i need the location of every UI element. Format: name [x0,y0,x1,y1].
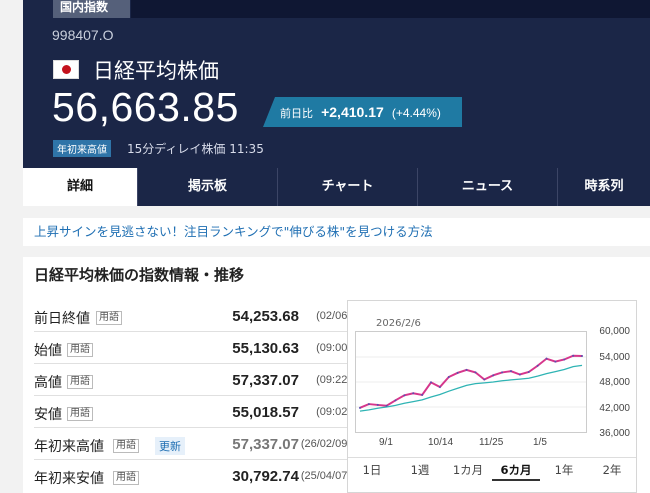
range-1w[interactable]: 1週 [396,458,444,481]
table-row: 安値 用語 55,018.57 (09:02) [34,397,351,428]
y-tick-label: 48,000 [599,377,630,388]
y-tick-label: 36,000 [599,428,630,439]
glossary-link[interactable]: 用語 [113,439,139,453]
promo-link[interactable]: 上昇サインを見逃さない！注目ランキングで"伸びる株"を見つける方法 [23,218,650,246]
row-value: 54,253.68 [232,308,299,325]
price-point [438,386,441,388]
row-label: 安値 [34,407,62,423]
tab-detail[interactable]: 詳細 [23,168,138,206]
change-box: 前日比 +2,410.17 (+4.44%) [263,97,462,127]
mini-chart[interactable]: 2026/2/6 60,000 54,000 48,000 42,000 36,… [347,300,637,493]
price-point [509,370,512,373]
table-row: 高値 用語 57,337.07 (09:22) [34,365,351,396]
ytd-high-badge: 年初来高値 [53,140,111,157]
price-point [456,371,459,374]
range-selector: 1日 1週 1カ月 6カ月 1年 2年 [348,457,636,481]
price-point [518,373,521,376]
price-point [501,371,504,374]
range-6m[interactable]: 6カ月 [492,458,540,481]
price-point [430,381,433,384]
row-time: (09:00) [316,342,351,354]
row-time: (09:22) [316,374,351,386]
row-value: 55,018.57 [232,404,299,421]
x-tick-label: 11/25 [479,437,504,448]
change-value: +2,410.17 [321,104,384,120]
y-tick-label: 42,000 [599,403,630,414]
price-point [536,364,539,367]
glossary-link[interactable]: 用語 [96,311,122,325]
row-value: 30,792.74 [232,468,299,485]
header-top-strip [131,0,650,18]
tab-history[interactable]: 時系列 [558,168,650,206]
tab-board[interactable]: 掲示板 [138,168,278,206]
japan-flag-icon [53,60,79,79]
price-point [358,406,361,409]
x-tick-label: 10/14 [428,437,454,448]
price-point [581,354,584,357]
glossary-link[interactable]: 用語 [67,375,93,389]
row-time: (26/02/09) [300,438,351,450]
price-point [474,371,477,374]
change-percent: (+4.44%) [391,106,441,120]
price-point [447,376,450,378]
tab-news[interactable]: ニュース [418,168,558,206]
change-label: 前日比 [280,107,313,120]
price-point [545,357,548,360]
price-plot [355,331,587,433]
updated-badge: 更新 [155,437,185,455]
row-time: (25/04/07) [300,470,351,482]
row-label: 高値 [34,375,62,391]
index-code: 998407.O [52,27,114,43]
table-row: 年初来安値 用語 30,792.74 (25/04/07) [34,461,351,492]
glossary-link[interactable]: 用語 [67,343,93,357]
price-point [385,404,388,407]
moving-average-line [359,364,583,412]
row-label: 前日終値 [34,311,90,327]
row-value: 57,337.07 [232,436,299,453]
row-label: 始値 [34,343,62,359]
index-name: 日経平均株価 [93,59,219,83]
table-row: 年初来高値 用語 更新 57,337.07 (26/02/09) [34,429,351,460]
current-price: 56,663.85 [52,84,239,130]
index-info-panel: 日経平均株価の指数情報・推移 前日終値 用語 54,253.68 (02/06)… [23,257,650,493]
price-point [403,394,406,397]
category-tab[interactable]: 国内指数 [53,0,130,18]
row-time: (09:02) [316,406,351,418]
price-point [554,360,557,363]
y-tick-label: 54,000 [599,352,630,363]
chart-date: 2026/2/6 [376,318,421,329]
table-row: 前日終値 用語 54,253.68 (02/06) [34,301,351,332]
row-time: (02/06) [316,310,351,322]
price-point [572,354,575,357]
x-tick-label: 9/1 [379,437,393,448]
glossary-link[interactable]: 用語 [113,471,139,485]
row-value: 57,337.07 [232,372,299,389]
x-tick-label: 1/5 [533,437,547,448]
delay-time-text: 15分ディレイ株価 11:35 [127,142,264,156]
price-point [412,392,415,395]
range-2y[interactable]: 2年 [588,458,636,481]
tab-bar: 詳細 掲示板 チャート ニュース 時系列 [23,168,650,206]
price-point [465,368,468,371]
price-point [367,403,370,406]
row-value: 55,130.63 [232,340,299,357]
price-point [527,371,530,373]
range-1d[interactable]: 1日 [348,458,396,481]
y-tick-label: 60,000 [599,326,630,337]
table-row: 始値 用語 55,130.63 (09:00) [34,333,351,364]
range-1y[interactable]: 1年 [540,458,588,481]
row-label: 年初来高値 [34,439,104,455]
price-point [394,399,397,402]
index-header: 国内指数 998407.O 日経平均株価 56,663.85 前日比 +2,41… [23,0,650,168]
price-point [483,378,486,381]
range-1m[interactable]: 1カ月 [444,458,492,481]
price-point [492,374,495,377]
tab-chart[interactable]: チャート [278,168,418,206]
price-point [421,393,424,396]
row-label: 年初来安値 [34,471,104,487]
glossary-link[interactable]: 用語 [67,407,93,421]
panel-title: 日経平均株価の指数情報・推移 [34,266,245,284]
price-point [376,403,379,406]
price-point [563,358,566,361]
